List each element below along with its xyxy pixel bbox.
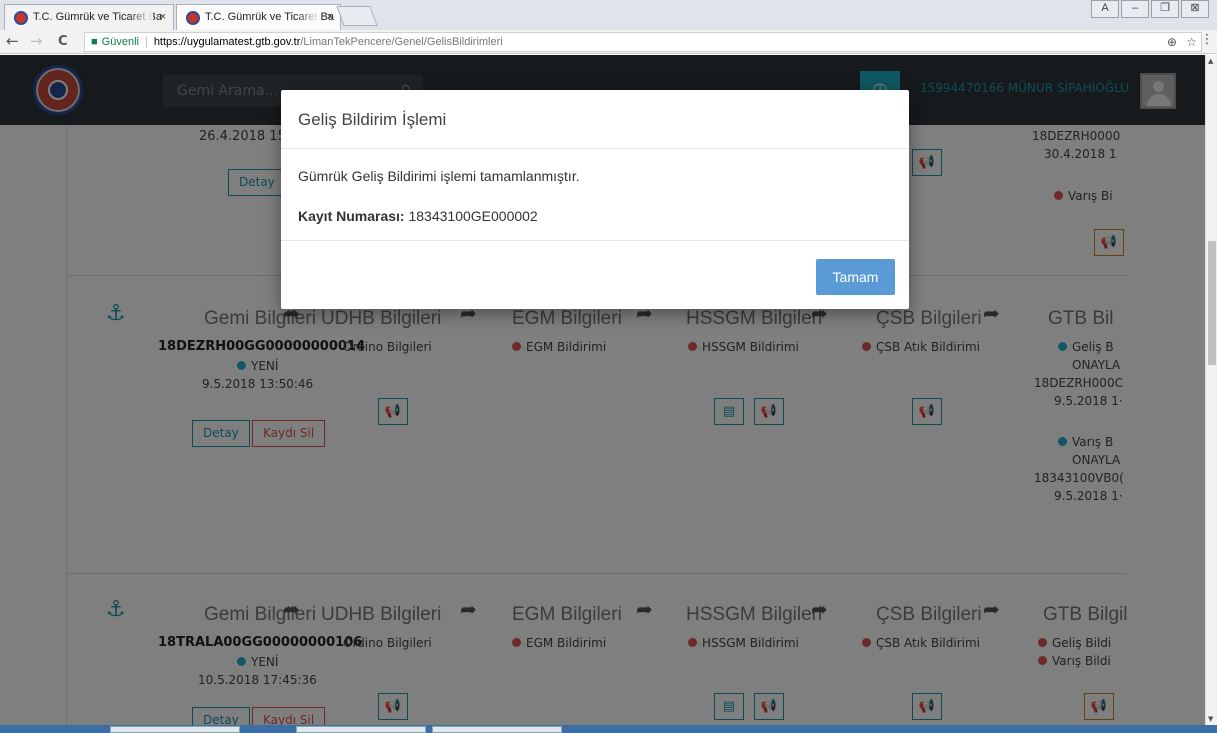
page-scrollbar[interactable]: ▲ ▼ bbox=[1205, 55, 1217, 725]
address-bar[interactable]: ■ Güvenli | https://uygulamatest.gtb.gov.tr… bbox=[84, 32, 1202, 52]
os-taskbar bbox=[0, 725, 1217, 733]
site-favicon-icon bbox=[186, 11, 200, 25]
browser-menu-icon[interactable]: ⋮ bbox=[1200, 32, 1214, 47]
browser-tab-2[interactable]: T.C. Gümrük ve Ticaret Ba × bbox=[176, 4, 341, 30]
reg-value: 18343100GE000002 bbox=[408, 208, 538, 224]
tab-close-icon[interactable]: × bbox=[160, 11, 166, 23]
browser-toolbar: ← → C ■ Güvenli | https://uygulamatest.gtb.… bbox=[0, 30, 1217, 54]
modal-reg-line: Kayıt Numarası: 18343100GE000002 bbox=[298, 208, 538, 224]
forward-button[interactable]: → bbox=[30, 32, 43, 50]
url-path: /LimanTekPencere/Genel/GelisBildirimleri bbox=[300, 36, 503, 48]
minimize-button[interactable]: – bbox=[1121, 0, 1149, 18]
restore-button[interactable]: ❐ bbox=[1151, 0, 1179, 18]
gelis-bildirim-modal: Geliş Bildirim İşlemi Gümrük Geliş Bildi… bbox=[281, 90, 909, 309]
page: Gemi Arama... ⚲ ◷ 15994470166 MÜNUR SİPA… bbox=[0, 55, 1205, 725]
tamam-button[interactable]: Tamam bbox=[816, 259, 895, 295]
taskbar-item[interactable] bbox=[296, 726, 426, 733]
scroll-up-icon[interactable]: ▲ bbox=[1208, 57, 1213, 65]
url-host: https://uygulamatest.gtb.gov.tr bbox=[153, 36, 301, 48]
profile-button[interactable]: A bbox=[1091, 0, 1119, 18]
taskbar-item[interactable] bbox=[432, 726, 562, 733]
secure-label: Güvenli bbox=[101, 36, 139, 48]
star-icon[interactable]: ☆ bbox=[1186, 35, 1197, 49]
site-favicon-icon bbox=[14, 11, 28, 25]
browser-tab-1[interactable]: T.C. Gümrük ve Ticaret Ba × bbox=[4, 4, 174, 30]
modal-message: Gümrük Geliş Bildirimi işlemi tamamlanmı… bbox=[298, 168, 580, 184]
browser-tabstrip: T.C. Gümrük ve Ticaret Ba × T.C. Gümrük … bbox=[0, 0, 1217, 30]
reg-label: Kayıt Numarası: bbox=[298, 208, 405, 224]
modal-title: Geliş Bildirim İşlemi bbox=[298, 110, 447, 129]
scroll-down-icon[interactable]: ▼ bbox=[1208, 715, 1213, 723]
back-button[interactable]: ← bbox=[6, 32, 19, 50]
reload-button[interactable]: C bbox=[58, 34, 68, 49]
lock-icon: ■ bbox=[91, 36, 98, 48]
new-tab-button[interactable] bbox=[336, 6, 378, 26]
scroll-thumb[interactable] bbox=[1208, 241, 1216, 365]
tab-close-icon[interactable]: × bbox=[327, 11, 333, 23]
taskbar-item[interactable] bbox=[110, 726, 240, 733]
close-window-button[interactable]: ⊠ bbox=[1181, 0, 1209, 18]
zoom-icon[interactable]: ⊕ bbox=[1167, 35, 1177, 49]
